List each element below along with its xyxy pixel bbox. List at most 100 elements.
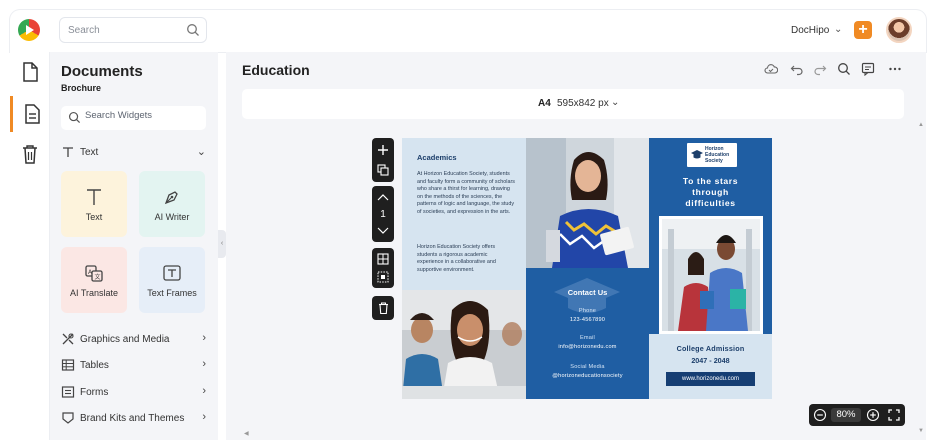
add-page-button[interactable] — [372, 140, 394, 160]
zoom-level[interactable]: 80% — [831, 408, 861, 422]
email-label[interactable]: Email — [526, 335, 649, 341]
next-page-button[interactable] — [372, 221, 394, 241]
chevron-right-icon[interactable]: › — [202, 332, 206, 344]
search-icon[interactable] — [837, 62, 851, 76]
social-label[interactable]: Social Media — [526, 364, 649, 370]
rail-widgets-button[interactable] — [10, 96, 50, 132]
tagline[interactable]: To the stars through difficulties — [649, 176, 772, 209]
widget-card-text-frames[interactable]: Text Frames — [139, 247, 205, 313]
academics-paragraph-1[interactable]: At Horizon Education Society, students a… — [417, 171, 515, 217]
page-size-dimensions: 595x842 px — [557, 98, 609, 109]
cloud-save-icon[interactable] — [764, 62, 778, 76]
academics-panel[interactable]: Academics At Horizon Education Society, … — [402, 138, 526, 290]
chevron-right-icon[interactable]: › — [202, 411, 206, 423]
website-url[interactable]: www.horizonedu.com — [666, 372, 755, 386]
admission-photo[interactable] — [659, 216, 763, 334]
admission-title[interactable]: College Admission — [649, 344, 772, 353]
contact-heading[interactable]: Contact Us — [526, 288, 649, 297]
section-label: Forms — [80, 387, 109, 398]
fullscreen-icon[interactable] — [887, 408, 901, 422]
chevron-down-icon[interactable]: ⌄ — [834, 24, 842, 35]
collapse-panel-handle[interactable]: ‹ — [218, 230, 226, 258]
email-value[interactable]: info@horizonedu.com — [526, 344, 649, 350]
translate-icon: A文 — [85, 265, 103, 282]
chevron-down-icon[interactable]: ⌄ — [611, 97, 619, 108]
create-new-button[interactable]: + — [854, 21, 872, 39]
chevron-down-icon — [377, 227, 389, 234]
admission-box[interactable]: College Admission 2047 - 2048 www.horizo… — [649, 334, 772, 399]
academics-paragraph-2[interactable]: Horizon Education Society offers student… — [417, 244, 515, 274]
delete-page-button[interactable] — [372, 298, 394, 318]
document-icon — [23, 62, 38, 82]
widget-search-input[interactable] — [85, 110, 195, 121]
top-bar: DocHipo ⌄ + — [10, 10, 926, 52]
zoom-in-icon[interactable] — [866, 408, 880, 422]
dochipo-logo-icon[interactable] — [18, 19, 40, 41]
undo-icon[interactable] — [790, 62, 804, 76]
form-icon — [61, 386, 75, 398]
section-forms[interactable]: Forms › — [61, 385, 206, 401]
document-title[interactable]: Education — [242, 62, 310, 78]
admission-years[interactable]: 2047 - 2048 — [649, 356, 772, 365]
section-tables[interactable]: Tables › — [61, 358, 206, 374]
tagline-line-2: through — [692, 187, 729, 197]
widget-card-ai-writer[interactable]: AI Writer — [139, 171, 205, 237]
graduation-cap-icon — [691, 150, 703, 159]
chevron-right-icon[interactable]: › — [202, 358, 206, 370]
comment-icon[interactable] — [861, 62, 875, 76]
chevron-right-icon[interactable]: › — [202, 385, 206, 397]
panel-title: Documents — [61, 63, 143, 80]
document-lines-icon — [24, 104, 40, 124]
student-photo-top[interactable] — [526, 138, 649, 268]
table-icon — [61, 359, 75, 371]
chevron-up-icon — [377, 194, 389, 201]
cover-panel[interactable]: Horizon Education Society To the stars t… — [649, 138, 772, 399]
section-graphics-media[interactable]: Graphics and Media › — [61, 332, 206, 348]
widget-card-label: Text — [85, 212, 103, 222]
scroll-up-arrow-icon[interactable]: ▲ — [918, 122, 924, 128]
rail-trash-button[interactable] — [10, 136, 50, 172]
redo-icon[interactable] — [813, 62, 827, 76]
rail-new-document-button[interactable] — [10, 54, 50, 90]
chevron-down-icon[interactable]: ⌄ — [197, 145, 206, 158]
widget-card-label: AI Translate — [69, 288, 119, 298]
svg-text:文: 文 — [95, 273, 101, 281]
tagline-line-1: To the stars — [682, 176, 739, 186]
scroll-left-arrow-icon[interactable]: ◀ — [244, 430, 249, 437]
text-t-icon — [63, 147, 73, 157]
duplicate-icon — [377, 164, 389, 176]
brochure-page[interactable]: Academics At Horizon Education Society, … — [402, 138, 772, 399]
phone-label[interactable]: Phone — [526, 308, 649, 314]
students-group-photo[interactable] — [402, 290, 526, 399]
section-brand-kits[interactable]: Brand Kits and Themes › — [61, 411, 206, 427]
add-duplicate-group — [372, 138, 394, 182]
page-size-bar[interactable]: A4 595x842 px ⌄ — [242, 89, 904, 119]
widgets-panel: Documents Brochure Text ⌄ Text AI Writer… — [50, 52, 218, 440]
search-input[interactable] — [68, 18, 178, 42]
page-size-label: A4 — [538, 98, 551, 109]
zoom-out-icon[interactable] — [813, 408, 827, 422]
widget-card-ai-translate[interactable]: A文 AI Translate — [61, 247, 127, 313]
text-frame-icon — [163, 265, 181, 281]
widget-card-text[interactable]: Text — [61, 171, 127, 237]
brand-kit-icon — [62, 412, 74, 424]
user-avatar[interactable] — [886, 17, 912, 43]
duplicate-page-button[interactable] — [372, 160, 394, 180]
search-icon — [68, 111, 81, 124]
bleed-margin-button[interactable] — [372, 267, 394, 287]
section-label: Brand Kits and Themes — [80, 413, 185, 424]
search-icon[interactable] — [186, 23, 200, 37]
section-text[interactable]: Text ⌄ — [61, 145, 206, 161]
scroll-down-arrow-icon[interactable]: ▼ — [918, 428, 924, 434]
brand-switcher-label[interactable]: DocHipo — [791, 25, 829, 36]
phone-value[interactable]: 123-4567890 — [526, 317, 649, 323]
academics-heading[interactable]: Academics — [417, 153, 457, 162]
text-t-icon — [87, 189, 101, 205]
contact-panel[interactable]: Contact Us Phone 123-4567890 Email info@… — [526, 268, 649, 399]
grid-layout-button[interactable] — [372, 249, 394, 269]
horizon-logo[interactable]: Horizon Education Society — [687, 143, 737, 167]
search-box[interactable] — [59, 17, 207, 43]
widget-search-box[interactable] — [61, 106, 206, 130]
social-value[interactable]: @horizoneducationsociety — [526, 373, 649, 379]
more-options-icon[interactable] — [888, 62, 902, 76]
